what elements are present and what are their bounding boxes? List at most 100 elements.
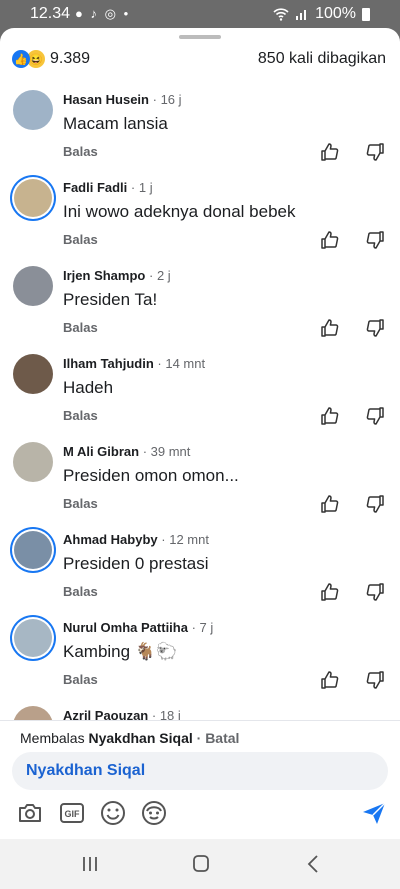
author-name[interactable]: Ilham Tahjudin — [63, 356, 154, 371]
author-name[interactable]: Azril Paouzan — [63, 708, 148, 720]
comment-text: Macam lansia — [63, 114, 168, 133]
author-name[interactable]: Ahmad Habyby — [63, 532, 158, 547]
thumbs-down-icon[interactable] — [365, 142, 385, 162]
thumbs-up-icon[interactable] — [320, 142, 340, 162]
comment-item: Nurul Omha Pattiiha · 7 j Kambing 🐐🐑 Bal… — [0, 608, 400, 696]
author-name[interactable]: Nurul Omha Pattiiha — [63, 620, 188, 635]
thumbs-up-icon[interactable] — [320, 318, 340, 338]
reaction-count: 9.389 — [50, 50, 91, 67]
share-count[interactable]: 850 kali dibagikan — [258, 50, 386, 68]
wifi-icon — [273, 7, 289, 21]
comment-item: Ahmad Habyby · 12 mnt Presiden 0 prestas… — [0, 520, 400, 608]
thumbs-down-icon[interactable] — [365, 670, 385, 690]
mention-tag[interactable]: Nyakdhan Siqal — [26, 762, 145, 780]
status-bar: 12.34 ● ♪ ◎ • 100% — [0, 0, 400, 28]
thumbs-down-icon[interactable] — [365, 582, 385, 602]
comment-text: Ini wowo adeknya donal bebek — [63, 202, 296, 221]
reply-button[interactable]: Balas — [63, 496, 98, 511]
notification-icons: ● ♪ ◎ • — [75, 6, 130, 22]
replying-to: Membalas Nyakdhan Siqal · Batal — [20, 730, 239, 746]
comment-item: Ilham Tahjudin · 14 mnt Hadeh Balas — [0, 344, 400, 432]
tiktok-icon: ♪ — [90, 6, 99, 21]
avatar[interactable] — [13, 90, 53, 130]
back-icon[interactable] — [302, 853, 326, 875]
recent-apps-icon[interactable] — [78, 853, 102, 875]
cancel-reply-button[interactable]: · Batal — [197, 730, 240, 746]
reply-button[interactable]: Balas — [63, 144, 98, 159]
comment-list[interactable]: Hasan Husein · 16 j Macam lansia Balas F… — [0, 80, 400, 720]
comment-text: Kambing 🐐🐑 — [63, 642, 178, 661]
replying-target: Nyakdhan Siqal — [88, 730, 193, 746]
reactions-summary[interactable]: 👍 😆 9.389 — [12, 48, 90, 70]
composer-toolbar: GIF — [0, 799, 400, 829]
replying-prefix: Membalas — [20, 730, 85, 746]
thumbs-up-icon[interactable] — [320, 670, 340, 690]
thumbs-up-icon[interactable] — [320, 230, 340, 250]
thumbs-up-icon[interactable] — [320, 494, 340, 514]
comment-time: 12 mnt — [169, 532, 209, 547]
thumbs-down-icon[interactable] — [365, 318, 385, 338]
comment-time: 2 j — [156, 268, 171, 283]
comment-author[interactable]: Irjen Shampo · 2 j — [63, 268, 171, 283]
reply-input[interactable]: Nyakdhan Siqal — [12, 752, 388, 790]
messages-icon: ● — [75, 6, 85, 21]
home-icon[interactable] — [189, 853, 213, 875]
comment-time: 39 mnt — [150, 444, 191, 459]
thumbs-down-icon[interactable] — [365, 230, 385, 250]
comment-item: M Ali Gibran · 39 mnt Presiden omon omon… — [0, 432, 400, 520]
send-icon[interactable] — [360, 799, 388, 827]
more-notifications-icon: • — [123, 6, 131, 21]
camera-icon[interactable] — [16, 799, 44, 827]
avatar-sticker-icon[interactable] — [140, 799, 168, 827]
reply-button[interactable]: Balas — [63, 672, 98, 687]
svg-text:GIF: GIF — [65, 809, 81, 819]
comment-item: Irjen Shampo · 2 j Presiden Ta! Balas — [0, 256, 400, 344]
status-time: 12.34 — [30, 5, 71, 22]
author-name[interactable]: M Ali Gibran — [63, 444, 139, 459]
comment-time: 14 mnt — [165, 356, 206, 371]
gif-icon[interactable]: GIF — [58, 799, 86, 827]
comment-time: 16 j — [160, 92, 182, 107]
like-reaction-icon: 👍 — [12, 50, 30, 68]
comment-time: 1 j — [138, 180, 153, 195]
comment-author[interactable]: Ahmad Habyby · 12 mnt — [63, 532, 209, 547]
avatar[interactable] — [13, 266, 53, 306]
comment-author[interactable]: Hasan Husein · 16 j — [63, 92, 182, 107]
comment-item: Hasan Husein · 16 j Macam lansia Balas — [0, 80, 400, 168]
reply-button[interactable]: Balas — [63, 408, 98, 423]
comment-time: 18 j — [159, 708, 181, 720]
comment-time: 7 j — [199, 620, 214, 635]
battery-icon — [362, 7, 370, 21]
comment-author[interactable]: Azril Paouzan · 18 j — [63, 708, 181, 720]
drag-handle[interactable] — [179, 35, 221, 39]
comment-item: Fadli Fadli · 1 j Ini wowo adeknya donal… — [0, 168, 400, 256]
thumbs-up-icon[interactable] — [320, 582, 340, 602]
comment-author[interactable]: M Ali Gibran · 39 mnt — [63, 444, 190, 459]
author-name[interactable]: Fadli Fadli — [63, 180, 127, 195]
comment-author[interactable]: Nurul Omha Pattiiha · 7 j — [63, 620, 213, 635]
comment-text: Hadeh — [63, 378, 114, 397]
comment-text: Presiden 0 prestasi — [63, 554, 209, 573]
reply-button[interactable]: Balas — [63, 320, 98, 335]
reply-button[interactable]: Balas — [63, 584, 98, 599]
avatar[interactable] — [13, 706, 53, 720]
comments-sheet: 👍 😆 9.389 850 kali dibagikan Hasan Husei… — [0, 28, 400, 839]
avatar[interactable] — [14, 619, 52, 657]
comment-text: Presiden omon omon... — [63, 466, 239, 485]
thumbs-up-icon[interactable] — [320, 406, 340, 426]
avatar[interactable] — [14, 179, 52, 217]
comment-author[interactable]: Ilham Tahjudin · 14 mnt — [63, 356, 205, 371]
author-name[interactable]: Irjen Shampo — [63, 268, 145, 283]
signal-icon — [296, 10, 307, 20]
reply-button[interactable]: Balas — [63, 232, 98, 247]
thumbs-down-icon[interactable] — [365, 406, 385, 426]
avatar[interactable] — [14, 531, 52, 569]
emoji-icon[interactable] — [99, 799, 127, 827]
thumbs-down-icon[interactable] — [365, 494, 385, 514]
comment-author[interactable]: Fadli Fadli · 1 j — [63, 180, 153, 195]
comment-text: Presiden Ta! — [63, 290, 158, 309]
avatar[interactable] — [13, 354, 53, 394]
avatar[interactable] — [13, 442, 53, 482]
author-name[interactable]: Hasan Husein — [63, 92, 149, 107]
battery-percent: 100% — [315, 5, 356, 22]
